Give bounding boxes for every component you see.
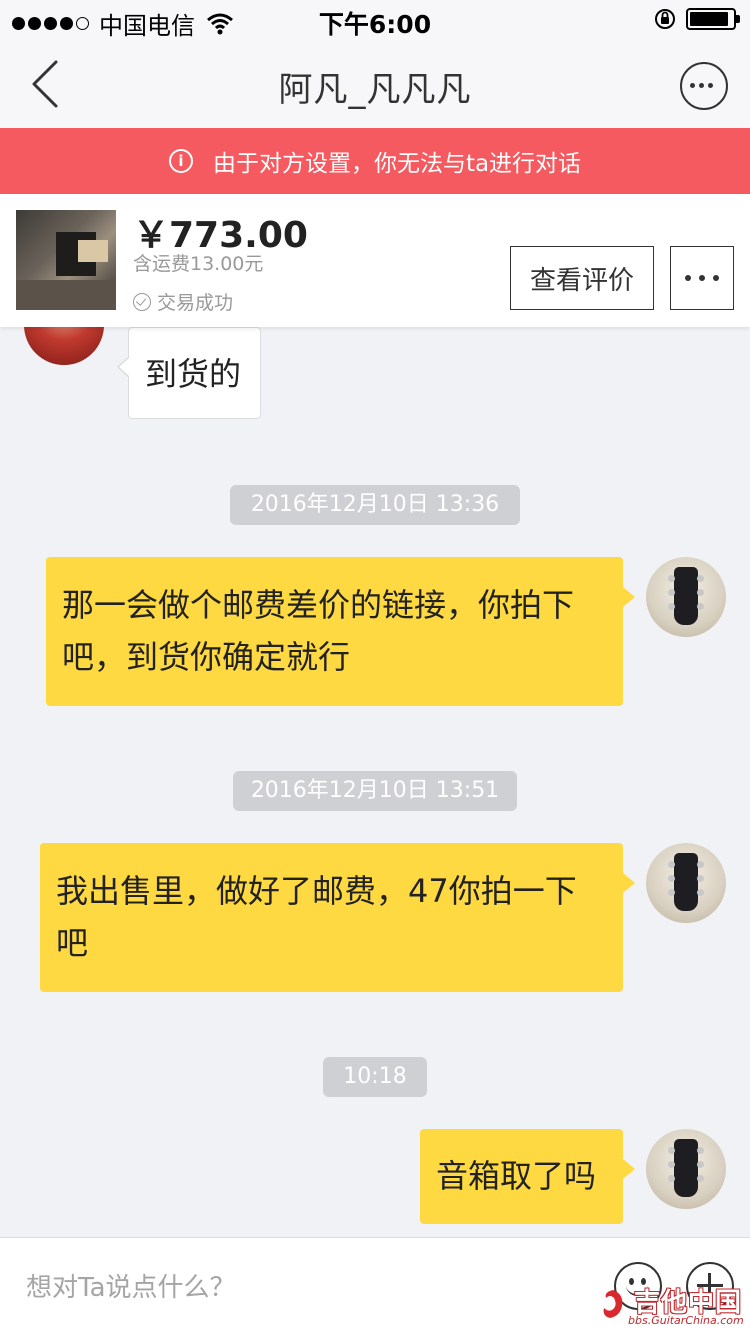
avatar[interactable] [646,557,726,637]
avatar[interactable] [24,327,104,365]
watermark-url: bbs.GuitarChina.com [628,1314,744,1327]
timestamp: 2016年12月10日 13:51 [233,771,517,811]
timestamp: 2016年12月10日 13:36 [230,485,520,525]
dot-icon [699,83,704,88]
dot-icon [699,275,705,281]
chat-area[interactable]: 到货的 2016年12月10日 13:36 那一会做个邮费差价的链接，你拍下吧，… [0,327,750,1237]
status-time: 下午6:00 [318,10,432,39]
dot-icon [685,275,691,281]
message-bubble-sent[interactable]: 我出售里，做好了邮费，47你拍一下吧 [40,843,635,992]
nav-bar: 阿凡_凡凡凡 [0,40,750,128]
alert-text: 由于对方设置，你无法与ta进行对话 [212,151,582,177]
watermark: 吉他中国 bbs.GuitarChina.com [594,1282,750,1334]
alert-banner: i 由于对方设置，你无法与ta进行对话 [0,128,750,194]
shipping-fee: 含运费13.00元 [133,253,264,275]
battery-fill [690,12,728,26]
more-options-button[interactable] [680,62,728,110]
message-input[interactable] [24,1258,588,1318]
check-circle-icon [133,292,151,311]
product-thumbnail[interactable] [16,210,116,310]
dot-icon [690,83,695,88]
deal-status-text: 交易成功 [157,292,234,314]
status-right [654,8,740,30]
avatar[interactable] [646,843,726,923]
product-more-button[interactable] [670,246,734,310]
view-review-button[interactable]: 查看评价 [510,246,654,310]
avatar[interactable] [646,1129,726,1209]
info-icon: i [168,149,193,173]
status-bar: 中国电信 下午6:00 [0,0,750,40]
message-bubble-sent[interactable]: 音箱取了吗 [420,1129,635,1224]
message-bubble-sent[interactable]: 那一会做个邮费差价的链接，你拍下吧，到货你确定就行 [46,557,635,706]
dot-icon [713,275,719,281]
message-bubble-received[interactable]: 到货的 [117,327,261,419]
crayfish-logo-icon [603,1290,623,1318]
battery-icon [686,8,740,30]
timestamp: 10:18 [323,1057,427,1097]
rotation-lock-icon [655,9,675,29]
deal-status: 交易成功 [133,288,233,315]
dot-icon [708,83,713,88]
page-title: 阿凡_凡凡凡 [278,70,472,110]
product-card[interactable]: ￥773.00 含运费13.00元 交易成功 查看评价 [0,194,750,327]
